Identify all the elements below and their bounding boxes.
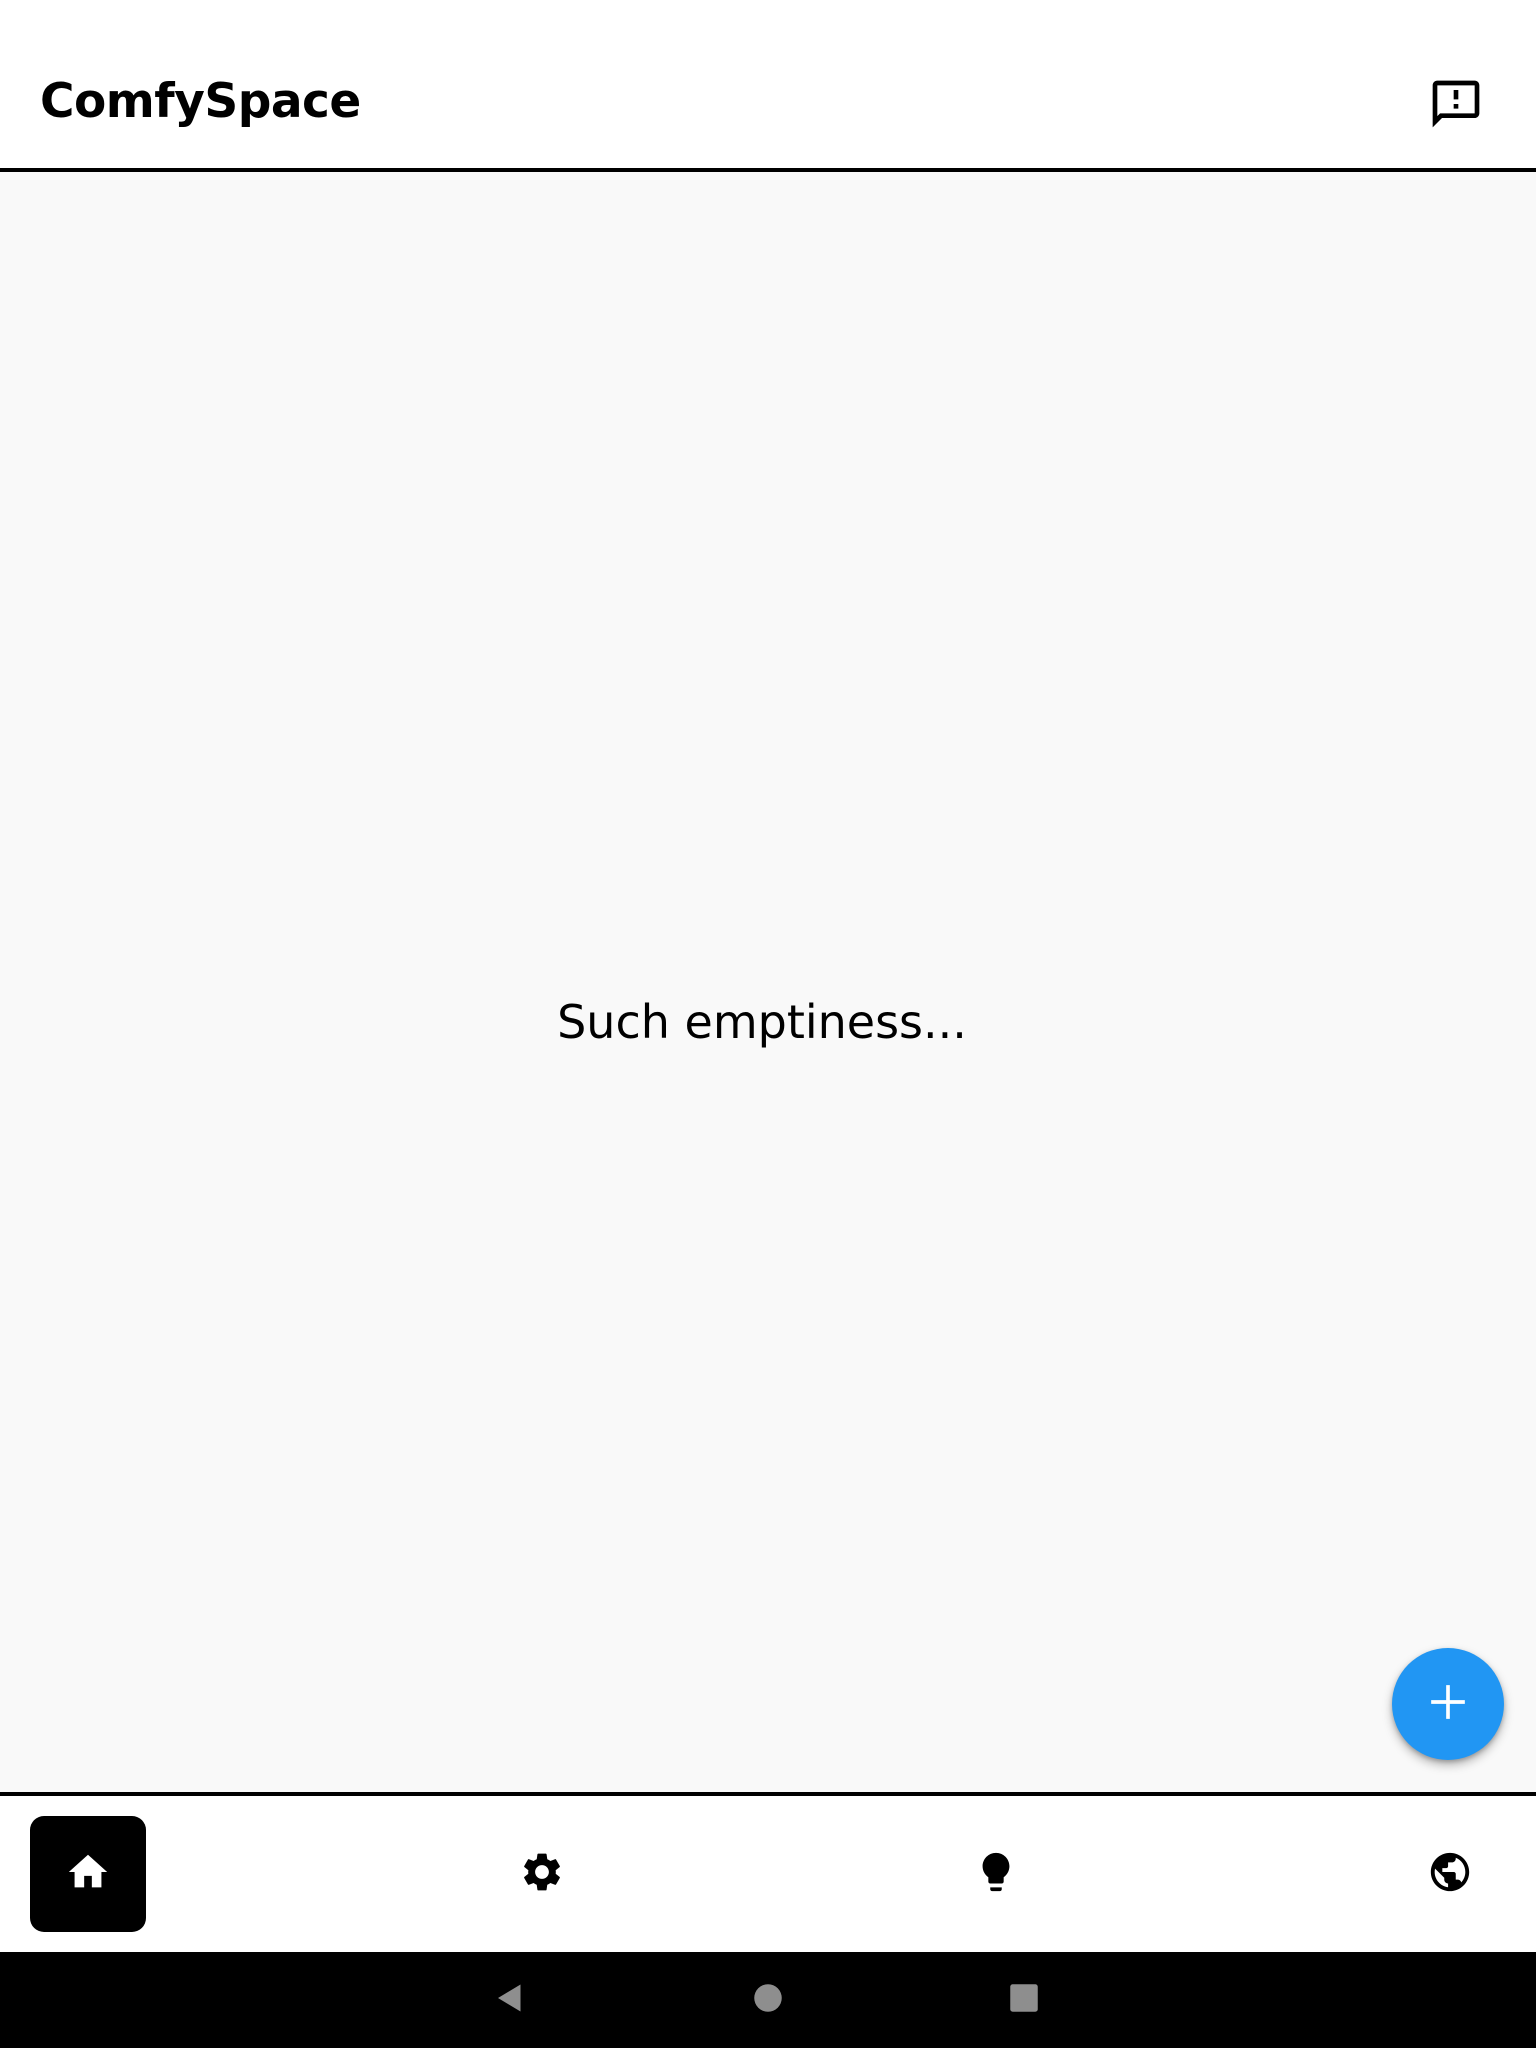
- home-icon: [65, 1849, 111, 1899]
- home-circle-icon: [753, 1983, 783, 2017]
- nav-item-settings[interactable]: [484, 1816, 600, 1932]
- feedback-icon: [1428, 76, 1484, 136]
- system-recents-button[interactable]: [994, 1970, 1054, 2030]
- globe-icon: [1427, 1849, 1473, 1899]
- recents-icon: [1009, 1983, 1039, 2017]
- system-back-button[interactable]: [480, 1970, 540, 2030]
- bottom-navigation: [0, 1792, 1536, 1952]
- nav-item-explore[interactable]: [1392, 1816, 1508, 1932]
- back-icon: [492, 1980, 528, 2020]
- settings-icon: [519, 1849, 565, 1899]
- feedback-button[interactable]: [1420, 70, 1492, 142]
- system-navigation-bar: [0, 1952, 1536, 2048]
- app-screen: ComfySpace Such emptiness...: [0, 0, 1536, 2048]
- nav-item-home[interactable]: [30, 1816, 146, 1932]
- system-home-button[interactable]: [738, 1970, 798, 2030]
- empty-state-message: Such emptiness...: [557, 995, 967, 1049]
- lightbulb-icon: [973, 1849, 1019, 1899]
- nav-item-ideas[interactable]: [938, 1816, 1054, 1932]
- app-title: ComfySpace: [40, 74, 361, 129]
- main-content: Such emptiness...: [0, 176, 1536, 1792]
- add-icon: [1428, 1682, 1468, 1726]
- app-bar: ComfySpace: [0, 0, 1536, 172]
- add-button[interactable]: [1392, 1648, 1504, 1760]
